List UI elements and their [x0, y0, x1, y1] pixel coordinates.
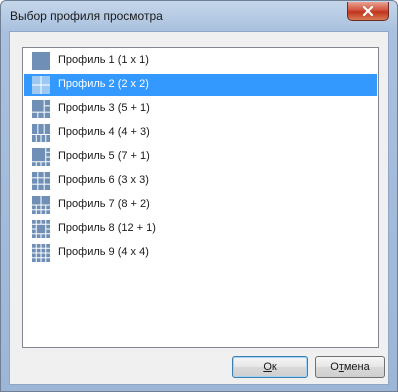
- dialog-window: Выбор профиля просмотра Профиль 1 (1 x 1…: [0, 0, 398, 392]
- profile-label: Профиль 3 (5 + 1): [58, 102, 150, 114]
- ok-button[interactable]: Ок: [232, 356, 308, 378]
- profile-label: Профиль 8 (12 + 1): [58, 222, 156, 234]
- layout-7plus1-icon: [32, 148, 50, 166]
- profile-list-item[interactable]: Профиль 8 (12 + 1): [24, 218, 377, 240]
- layout-4plus3-icon: [32, 124, 50, 142]
- profile-label: Профиль 2 (2 x 2): [58, 78, 149, 90]
- profile-label: Профиль 1 (1 x 1): [58, 54, 149, 66]
- layout-3x3-icon: [32, 172, 50, 190]
- window-title: Выбор профиля просмотра: [10, 9, 163, 23]
- profile-list-item[interactable]: Профиль 1 (1 x 1): [24, 50, 377, 72]
- profile-list[interactable]: Профиль 1 (1 x 1) Профиль 2 (2 x 2) Профил…: [22, 47, 379, 348]
- profile-label: Профиль 6 (3 x 3): [58, 174, 149, 186]
- profile-list-item[interactable]: Профиль 7 (8 + 2): [24, 194, 377, 216]
- ok-button-label-rest: к: [271, 361, 277, 373]
- ok-button-accel: О: [263, 361, 272, 373]
- profile-label: Профиль 9 (4 x 4): [58, 246, 149, 258]
- cancel-button[interactable]: Отмена: [315, 356, 385, 378]
- layout-5plus1-icon: [32, 100, 50, 118]
- layout-4x4-icon: [32, 244, 50, 262]
- layout-2x2-icon: [32, 76, 50, 94]
- profile-list-item[interactable]: Профиль 3 (5 + 1): [24, 98, 377, 120]
- profile-list-item[interactable]: Профиль 2 (2 x 2): [24, 74, 377, 96]
- profile-label: Профиль 4 (4 + 3): [58, 126, 150, 138]
- layout-8plus2-icon: [32, 196, 50, 214]
- profile-label: Профиль 7 (8 + 2): [58, 198, 150, 210]
- close-button[interactable]: [347, 2, 389, 21]
- profile-list-item[interactable]: Профиль 4 (4 + 3): [24, 122, 377, 144]
- profile-list-item[interactable]: Профиль 5 (7 + 1): [24, 146, 377, 168]
- dialog-client-area: Профиль 1 (1 x 1) Профиль 2 (2 x 2) Профил…: [9, 31, 389, 385]
- cancel-button-label-pre: О: [330, 361, 339, 373]
- profile-list-item[interactable]: Профиль 9 (4 x 4): [24, 242, 377, 264]
- layout-12plus1-icon: [32, 220, 50, 238]
- cancel-button-label-rest: мена: [343, 361, 370, 373]
- profile-list-item[interactable]: Профиль 6 (3 x 3): [24, 170, 377, 192]
- profile-label: Профиль 5 (7 + 1): [58, 150, 150, 162]
- title-bar[interactable]: Выбор профиля просмотра: [1, 1, 397, 29]
- layout-1x1-icon: [32, 52, 50, 70]
